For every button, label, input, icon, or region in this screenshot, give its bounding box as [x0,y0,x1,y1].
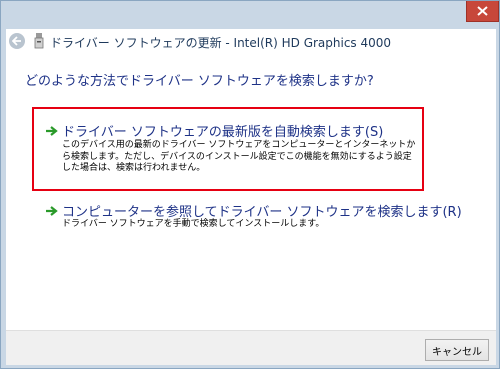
option-browse-computer-description: ドライバー ソフトウェアを手動で検索してインストールします。 [62,219,325,229]
back-arrow-icon[interactable] [9,33,25,49]
close-button[interactable] [466,1,499,22]
page-question: どのような方法でドライバー ソフトウェアを検索しますか? [25,74,374,89]
usb-device-icon [34,33,44,49]
cancel-button[interactable]: キャンセル [425,339,489,361]
close-icon [477,6,488,16]
green-arrow-icon [46,206,58,216]
option-auto-search-title: ドライバー ソフトウェアの最新版を自動検索します(S) [62,125,384,140]
title-bar [1,1,499,29]
button-bar: キャンセル [6,330,496,365]
dialog-window: ドライバー ソフトウェアの更新 - Intel(R) HD Graphics 4… [0,0,500,369]
dialog-title: ドライバー ソフトウェアの更新 - Intel(R) HD Graphics 4… [50,36,392,50]
navigation-bar: ドライバー ソフトウェアの更新 - Intel(R) HD Graphics 4… [6,29,496,53]
option-browse-computer[interactable]: コンピューターを参照してドライバー ソフトウェアを検索します(R) ドライバー … [32,198,462,238]
option-auto-search[interactable]: ドライバー ソフトウェアの最新版を自動検索します(S) このデバイス用の最新のド… [32,107,424,191]
content-area: どのような方法でドライバー ソフトウェアを検索しますか? ドライバー ソフトウェ… [6,53,496,330]
option-browse-computer-title: コンピューターを参照してドライバー ソフトウェアを検索します(R) [62,205,462,220]
option-auto-search-description: このデバイス用の最新のドライバー ソフトウェアをコンピューターとインターネットか… [62,140,416,173]
green-arrow-icon [46,126,58,136]
